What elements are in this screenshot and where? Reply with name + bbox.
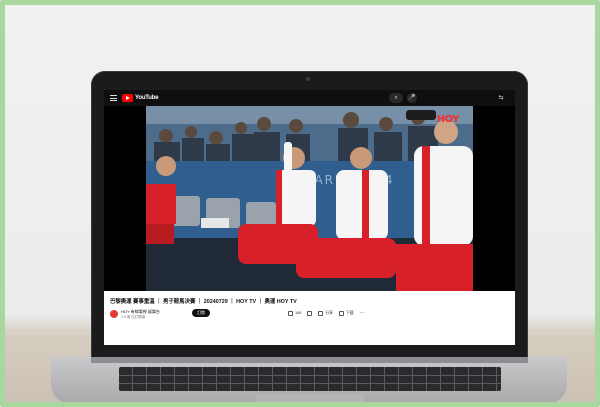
webcam — [306, 77, 310, 81]
hamburger-menu-icon[interactable] — [110, 95, 117, 101]
share-button[interactable]: 分享 — [318, 310, 333, 316]
laptop-hinge — [91, 357, 528, 363]
keyboard-row-divider — [119, 383, 501, 384]
search-button[interactable]: ⌕ — [389, 93, 403, 103]
dislike-icon — [307, 310, 313, 316]
youtube-play-icon — [122, 94, 133, 102]
like-icon — [288, 310, 293, 316]
share-icon — [318, 310, 324, 316]
video-actions: 166 分享 下載 ··· — [288, 310, 365, 316]
broadcaster-logo: HOY — [436, 114, 460, 125]
photo-frame: YouTube ⌕ 🎤 ⇆ PARIS HOY 巴黎奧運 賽事重溫 ｜ 男子鞍馬… — [0, 0, 600, 407]
keyboard-row-divider — [119, 375, 501, 376]
youtube-topbar: YouTube ⌕ 🎤 ⇆ — [104, 90, 515, 106]
video-scene: PARIS 2024 — [146, 106, 473, 291]
like-count: 166 — [295, 311, 302, 315]
mic-button[interactable]: 🎤 — [407, 93, 417, 103]
video-title: 巴黎奧運 賽事重溫 ｜ 男子鞍馬決賽 ｜ 20240729 ｜ HOY TV ｜… — [110, 299, 297, 305]
channel-row: HOY 有線電視 娛樂台 1.5 萬 位訂閱者 訂閱 166 分享 下載 ··· — [110, 309, 510, 323]
subscribe-button[interactable]: 訂閱 — [192, 309, 210, 317]
laptop-trackpad — [256, 394, 364, 402]
download-label: 下載 — [345, 310, 354, 315]
share-label: 分享 — [325, 310, 333, 315]
video-player[interactable]: PARIS 2024 — [104, 106, 515, 291]
download-button[interactable]: 下載 — [338, 310, 354, 316]
cast-icon[interactable]: ⇆ — [496, 93, 506, 103]
channel-subscribers: 1.5 萬 位訂閱者 — [121, 315, 146, 319]
laptop-lid: YouTube ⌕ 🎤 ⇆ PARIS HOY 巴黎奧運 賽事重溫 ｜ 男子鞍馬… — [91, 71, 528, 361]
channel-avatar[interactable] — [110, 310, 118, 318]
laptop-keyboard — [119, 367, 501, 391]
laptop-screen: YouTube ⌕ 🎤 ⇆ PARIS HOY 巴黎奧運 賽事重溫 ｜ 男子鞍馬… — [104, 90, 515, 345]
like-button[interactable]: 166 — [288, 310, 302, 316]
video-frame[interactable]: PARIS 2024 — [146, 106, 473, 291]
youtube-logo-text: YouTube — [135, 95, 159, 101]
youtube-logo[interactable]: YouTube — [122, 94, 159, 102]
download-icon — [338, 310, 344, 316]
more-options-icon[interactable]: ··· — [360, 310, 365, 316]
dislike-button[interactable] — [307, 310, 313, 316]
video-info: 巴黎奧運 賽事重溫 ｜ 男子鞍馬決賽 ｜ 20240729 ｜ HOY TV ｜… — [104, 291, 515, 345]
